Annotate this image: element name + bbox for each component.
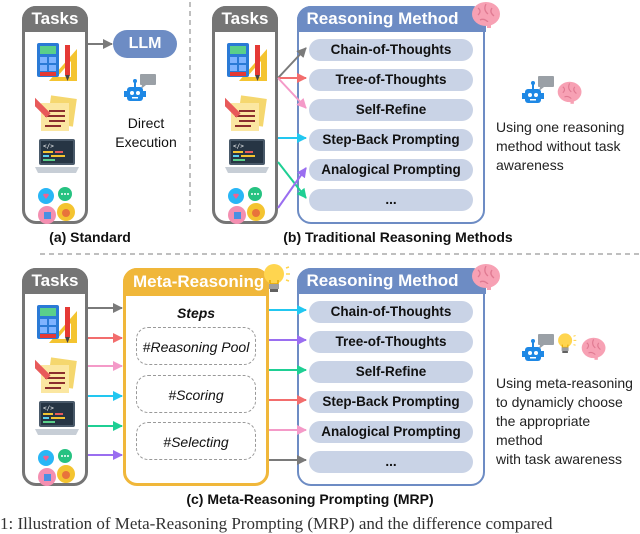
task-to-method-arrow (277, 167, 307, 209)
task-to-method-arrow (277, 161, 307, 199)
arrows-layer (88, 39, 307, 465)
task-to-method-arrow (277, 47, 307, 79)
task-to-method-arrow (277, 77, 307, 109)
